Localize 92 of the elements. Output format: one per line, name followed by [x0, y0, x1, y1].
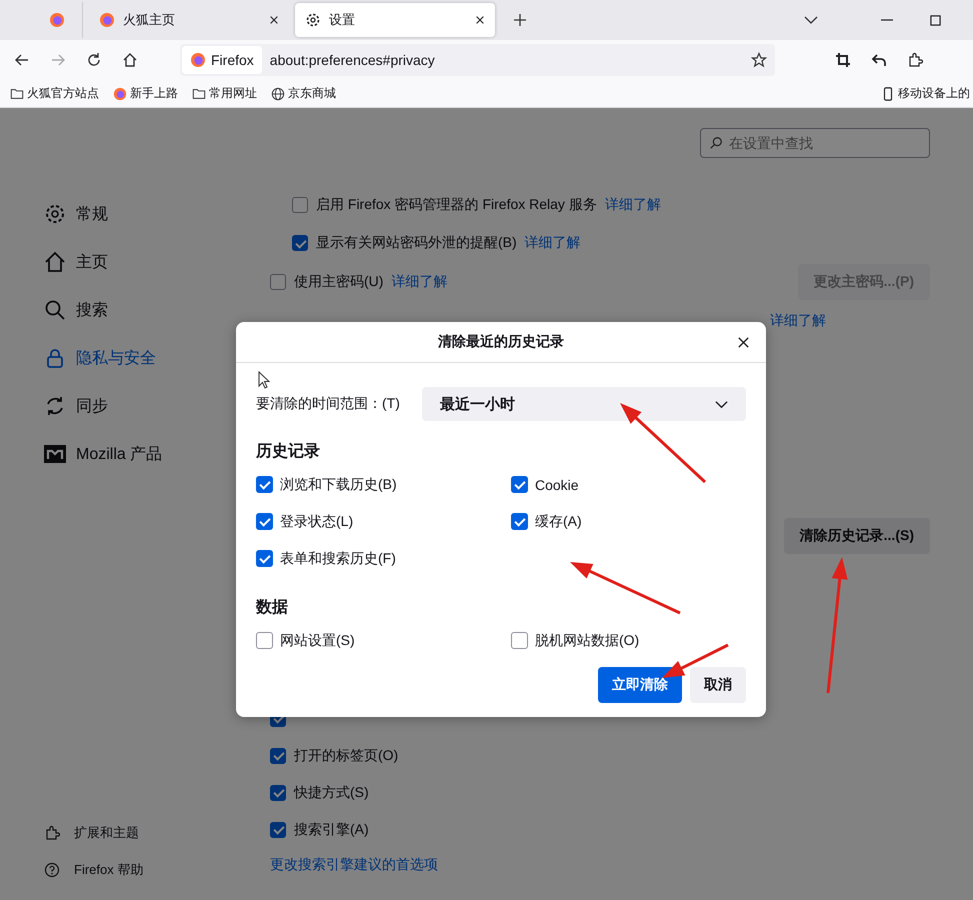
gear-icon: [305, 12, 321, 28]
sidebar-item[interactable]: 常规: [44, 190, 226, 238]
identity-chip[interactable]: Firefox: [182, 46, 262, 74]
home-icon[interactable]: [122, 52, 138, 68]
checkbox-label: 表单和搜索历史(F): [280, 550, 396, 568]
search-field[interactable]: 在设置中查找: [700, 128, 930, 158]
search-icon: [709, 136, 723, 150]
sidebar-link[interactable]: 扩展和主题: [44, 814, 226, 851]
dialog-title: 清除最近的历史记录: [438, 333, 564, 351]
firefox-logo-icon: [99, 12, 115, 28]
checkbox[interactable]: [256, 550, 273, 567]
new-tab-icon[interactable]: [513, 13, 527, 27]
m-logo-icon: [44, 443, 66, 465]
bookmark-item[interactable]: 火狐官方站点: [10, 85, 99, 102]
globe-icon: [271, 86, 285, 100]
mouse-pointer-icon: [258, 371, 270, 389]
sidebar-item[interactable]: 搜索: [44, 286, 226, 334]
checkbox-label: 搜索引擎(A): [294, 820, 369, 838]
bookmark-item[interactable]: 新手上路: [113, 85, 178, 102]
search-icon: [44, 299, 66, 321]
learn-more-link[interactable]: 详细了解: [524, 234, 581, 252]
bookmark-item[interactable]: 移动设备上的: [881, 85, 973, 102]
close-icon[interactable]: [737, 336, 750, 349]
firefox-logo-icon: [113, 86, 127, 100]
phone-icon: [881, 86, 895, 100]
checkbox-label: 打开的标签页(O): [294, 746, 398, 764]
checkbox-label: 启用 Firefox 密码管理器的 Firefox Relay 服务: [316, 196, 597, 214]
maximize-icon[interactable]: [930, 14, 941, 26]
learn-more-link[interactable]: 详细了解: [604, 196, 661, 214]
checkbox[interactable]: [292, 197, 308, 213]
annotation-arrow: [662, 644, 729, 678]
undo-icon[interactable]: [871, 52, 887, 68]
time-range-label: 要清除的时间范围：(T): [256, 395, 401, 413]
reload-icon[interactable]: [86, 52, 102, 68]
tab-title: 火狐主页: [123, 11, 176, 29]
cancel-button[interactable]: 取消: [690, 667, 746, 703]
close-icon[interactable]: [269, 15, 279, 25]
tab-title: 设置: [329, 11, 356, 29]
checkbox-label: 登录状态(L): [280, 512, 354, 530]
clear-history-button[interactable]: 清除历史记录...(S): [784, 518, 930, 554]
sidebar-item[interactable]: 主页: [44, 238, 226, 286]
identity-label: Firefox: [211, 52, 254, 68]
sidebar-item[interactable]: Mozilla 产品: [44, 430, 226, 478]
star-icon[interactable]: [751, 52, 767, 68]
checkbox[interactable]: [511, 632, 528, 649]
firefox-logo-icon: [49, 12, 65, 28]
sidebar-item[interactable]: 同步: [44, 382, 226, 430]
folder-icon: [10, 86, 24, 100]
checkbox[interactable]: [270, 784, 286, 800]
lock-icon: [44, 347, 66, 369]
checkbox-label: 网站设置(S): [280, 632, 355, 650]
url-text: about:preferences#privacy: [270, 52, 436, 68]
folder-icon: [192, 86, 206, 100]
checkbox-label: 脱机网站数据(O): [535, 632, 640, 650]
checkbox-label: 浏览和下载历史(B): [280, 476, 397, 494]
time-range-dropdown[interactable]: 最近一小时: [422, 387, 746, 421]
crop-icon[interactable]: [835, 52, 851, 68]
checkbox[interactable]: [270, 274, 286, 290]
browser-tab[interactable]: 设置: [295, 3, 495, 37]
gear-icon: [44, 203, 66, 225]
puzzle-icon: [44, 824, 60, 840]
sidebar-link[interactable]: Firefox 帮助: [44, 851, 226, 888]
checkbox[interactable]: [270, 748, 286, 764]
checkbox-label: 快捷方式(S): [294, 784, 369, 802]
section-heading: 历史记录: [256, 442, 321, 462]
checkbox-label: Cookie: [535, 476, 579, 492]
checkbox[interactable]: [270, 822, 286, 838]
puzzle-icon[interactable]: [907, 52, 923, 68]
checkbox[interactable]: [256, 513, 273, 530]
bookmark-item[interactable]: 京东商城: [271, 85, 336, 102]
learn-more-link[interactable]: 详细了解: [770, 312, 826, 330]
checkbox[interactable]: [256, 476, 273, 493]
checkbox-label: 显示有关网站密码外泄的提醒(B): [316, 234, 517, 252]
learn-more-link[interactable]: 详细了解: [391, 272, 448, 290]
checkbox[interactable]: [256, 632, 273, 649]
help-icon: [44, 862, 60, 878]
clear-now-button[interactable]: 立即清除: [598, 667, 682, 703]
search-suggestions-link[interactable]: 更改搜索引擎建议的首选项: [270, 856, 930, 874]
checkbox-label: 使用主密码(U): [294, 272, 384, 290]
firefox-logo-icon: [190, 52, 206, 68]
sidebar-item[interactable]: 隐私与安全: [44, 334, 226, 382]
address-bar[interactable]: Firefox about:preferences#privacy: [180, 44, 775, 76]
checkbox[interactable]: [511, 476, 528, 493]
section-heading: 数据: [256, 598, 289, 618]
checkbox[interactable]: [511, 513, 528, 530]
home-icon: [44, 251, 66, 273]
checkbox[interactable]: [292, 235, 308, 251]
bookmark-item[interactable]: 常用网址: [192, 85, 257, 102]
checkbox-label: 缓存(A): [535, 512, 582, 530]
browser-tab[interactable]: 火狐主页: [89, 3, 289, 37]
close-icon[interactable]: [475, 15, 485, 25]
back-arrow-icon[interactable]: [14, 52, 30, 68]
